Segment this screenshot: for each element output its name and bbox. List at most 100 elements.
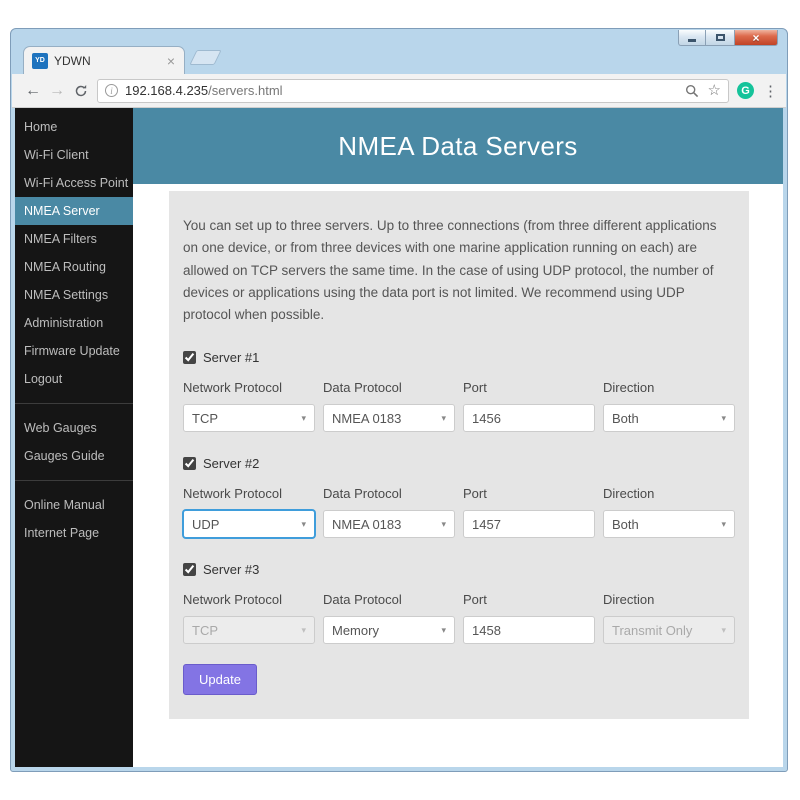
main-area: NMEA Data Servers You can set up to thre… <box>133 108 783 767</box>
selected-value: TCP <box>192 622 218 638</box>
browser-toolbar: ← → i 192.168.4.235 /servers.html ☆ G ⋮ <box>12 74 786 108</box>
server3-checkbox[interactable] <box>183 563 196 577</box>
intro-text: You can set up to three servers. Up to t… <box>183 218 717 323</box>
minimize-icon <box>688 38 696 42</box>
selected-value: Transmit Only <box>612 622 693 638</box>
chevron-down-icon: ▾ <box>721 412 726 423</box>
browser-tab[interactable]: YD YDWN × <box>23 46 185 74</box>
direction-label: Direction <box>603 486 655 502</box>
server3-section: Server #3 Network Protocol TCP ▾ Data Pr… <box>183 562 735 645</box>
update-button[interactable]: Update <box>183 664 257 696</box>
window-controls: × <box>678 30 778 46</box>
network-protocol-label: Network Protocol <box>183 486 282 502</box>
port-label: Port <box>463 380 487 396</box>
selected-value: TCP <box>192 410 218 426</box>
server3-network-protocol-select: TCP ▾ <box>183 616 315 645</box>
server1-data-protocol-select[interactable]: NMEA 0183 ▾ <box>323 404 455 433</box>
chevron-down-icon: ▾ <box>721 518 726 529</box>
server2-fields: Network Protocol UDP ▾ Data Protocol NME… <box>183 486 735 539</box>
selected-value: Memory <box>332 622 379 638</box>
sidebar-item-internet-page[interactable]: Internet Page <box>15 519 133 547</box>
server3-data-protocol-select[interactable]: Memory ▾ <box>323 616 455 645</box>
window-minimize-button[interactable] <box>678 30 706 46</box>
server2-port-input[interactable] <box>463 510 595 539</box>
sidebar-item-nmea-filters[interactable]: NMEA Filters <box>15 225 133 253</box>
maximize-icon <box>715 34 725 41</box>
server1-section: Server #1 Network Protocol TCP ▾ Data Pr… <box>183 350 735 433</box>
browser-menu-icon[interactable]: ⋮ <box>763 82 778 100</box>
address-bar[interactable]: i 192.168.4.235 /servers.html ☆ <box>97 78 729 103</box>
tab-close-icon[interactable]: × <box>166 54 176 68</box>
chevron-down-icon: ▾ <box>441 412 446 423</box>
sidebar-item-nmea-server[interactable]: NMEA Server <box>15 197 133 225</box>
window-maximize-button[interactable] <box>705 30 735 46</box>
bookmark-star-icon[interactable]: ☆ <box>708 83 721 98</box>
server2-section: Server #2 Network Protocol UDP ▾ Data Pr… <box>183 456 735 539</box>
back-button[interactable]: ← <box>21 82 45 99</box>
chevron-down-icon: ▾ <box>441 624 446 635</box>
sidebar-item-wifi-access-point[interactable]: Wi-Fi Access Point <box>15 169 133 197</box>
selected-value: NMEA 0183 <box>332 410 402 426</box>
selected-value: UDP <box>192 516 220 532</box>
selected-value: NMEA 0183 <box>332 516 402 532</box>
window-close-button[interactable]: × <box>734 30 778 46</box>
server3-direction-select: Transmit Only ▾ <box>603 616 735 645</box>
data-protocol-label: Data Protocol <box>323 486 402 502</box>
sidebar-divider <box>15 403 133 404</box>
sidebar-item-administration[interactable]: Administration <box>15 309 133 337</box>
sidebar-item-firmware-update[interactable]: Firmware Update <box>15 337 133 365</box>
server2-direction-select[interactable]: Both ▾ <box>603 510 735 539</box>
settings-panel: You can set up to three servers. Up to t… <box>169 191 749 720</box>
chevron-down-icon: ▾ <box>721 624 726 635</box>
page-header: NMEA Data Servers <box>133 108 783 184</box>
selected-value: Both <box>612 410 639 426</box>
page-info-icon[interactable]: i <box>105 84 118 97</box>
direction-label: Direction <box>603 592 655 608</box>
page-content: Home Wi-Fi Client Wi-Fi Access Point NME… <box>15 108 783 767</box>
page-title: NMEA Data Servers <box>338 130 578 161</box>
direction-label: Direction <box>603 380 655 396</box>
sidebar-item-home[interactable]: Home <box>15 113 133 141</box>
server2-data-protocol-select[interactable]: NMEA 0183 ▾ <box>323 510 455 539</box>
sidebar-item-logout[interactable]: Logout <box>15 365 133 393</box>
browser-window: × YD YDWN × ← → i 192.168.4.235 /servers… <box>10 28 788 772</box>
server1-checkbox-row: Server #1 <box>183 350 735 365</box>
data-protocol-label: Data Protocol <box>323 592 402 608</box>
server1-direction-select[interactable]: Both ▾ <box>603 404 735 433</box>
sidebar-item-web-gauges[interactable]: Web Gauges <box>15 414 133 442</box>
server1-port-input[interactable] <box>463 404 595 433</box>
new-tab-button[interactable] <box>189 50 222 65</box>
server2-network-protocol-select[interactable]: UDP ▾ <box>183 510 315 539</box>
chevron-down-icon: ▾ <box>301 518 306 529</box>
server3-checkbox-row: Server #3 <box>183 562 735 577</box>
chevron-down-icon: ▾ <box>441 518 446 529</box>
data-protocol-label: Data Protocol <box>323 380 402 396</box>
tab-title: YDWN <box>54 53 91 68</box>
port-label: Port <box>463 592 487 608</box>
reload-button[interactable] <box>69 84 93 98</box>
sidebar-divider <box>15 480 133 481</box>
port-label: Port <box>463 486 487 502</box>
sidebar-item-nmea-routing[interactable]: NMEA Routing <box>15 253 133 281</box>
sidebar: Home Wi-Fi Client Wi-Fi Access Point NME… <box>15 108 133 767</box>
network-protocol-label: Network Protocol <box>183 592 282 608</box>
grammarly-extension-icon[interactable]: G <box>737 82 754 99</box>
site-favicon-icon: YD <box>32 52 48 69</box>
server1-network-protocol-select[interactable]: TCP ▾ <box>183 404 315 433</box>
sidebar-item-nmea-settings[interactable]: NMEA Settings <box>15 281 133 309</box>
server1-checkbox[interactable] <box>183 351 196 365</box>
server2-label: Server #2 <box>203 456 260 472</box>
server3-port-input[interactable] <box>463 616 595 645</box>
sidebar-item-gauges-guide[interactable]: Gauges Guide <box>15 442 133 470</box>
forward-button[interactable]: → <box>45 82 69 99</box>
sidebar-item-online-manual[interactable]: Online Manual <box>15 491 133 519</box>
server2-checkbox[interactable] <box>183 457 196 471</box>
selected-value: Both <box>612 516 639 532</box>
sidebar-item-wifi-client[interactable]: Wi-Fi Client <box>15 141 133 169</box>
network-protocol-label: Network Protocol <box>183 380 282 396</box>
url-host: 192.168.4.235 <box>125 83 209 98</box>
url-path: /servers.html <box>208 83 283 98</box>
zoom-icon[interactable] <box>685 84 699 98</box>
chevron-down-icon: ▾ <box>301 624 306 635</box>
server1-fields: Network Protocol TCP ▾ Data Protocol NME… <box>183 380 735 433</box>
